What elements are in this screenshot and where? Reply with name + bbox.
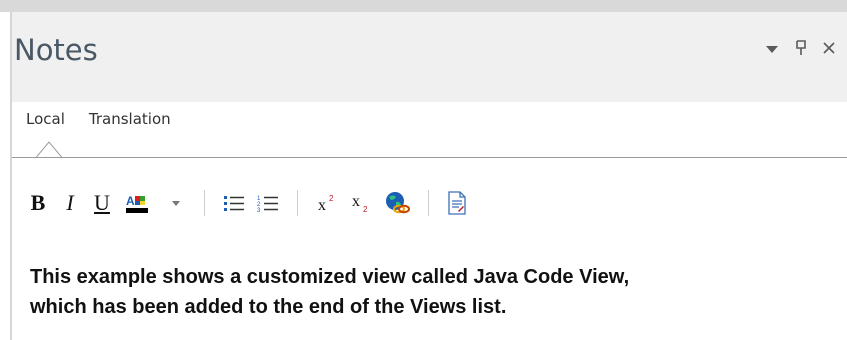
close-icon[interactable] (823, 42, 835, 57)
window-top-strip (0, 0, 847, 12)
svg-text:2: 2 (329, 194, 334, 203)
dropdown-icon-svg (766, 45, 778, 53)
chevron-down-icon (172, 201, 180, 206)
panel-title-bar (12, 12, 847, 102)
notes-content[interactable]: This example shows a customized view cal… (30, 262, 820, 322)
notes-line-1: This example shows a customized view cal… (30, 266, 630, 288)
font-color-icon: A (126, 194, 148, 213)
toolbar-separator (428, 190, 429, 216)
pin-icon[interactable] (795, 40, 807, 59)
underline-button[interactable]: U (92, 190, 112, 215)
bullet-list-button[interactable] (223, 191, 245, 215)
subscript-icon: x 2 (352, 193, 368, 214)
tab-divider (12, 157, 847, 158)
font-color-dropdown-icon[interactable] (166, 191, 186, 215)
notes-tabs: Local Translation (26, 110, 171, 128)
document-properties-button[interactable] (447, 191, 467, 215)
pin-icon-svg (796, 40, 806, 55)
tab-local[interactable]: Local (26, 110, 65, 128)
close-icon-svg (823, 42, 835, 54)
document-icon (448, 191, 466, 215)
svg-text:x: x (352, 193, 360, 210)
notes-line-2: which has been added to the end of the V… (30, 296, 507, 318)
svg-text:x: x (318, 197, 326, 214)
svg-text:2: 2 (363, 205, 368, 214)
svg-text:A: A (126, 194, 135, 208)
subscript-button[interactable]: x 2 (350, 191, 372, 215)
numbered-list-icon: 1 2 3 (257, 196, 278, 213)
formatting-toolbar: B I U A 1 2 3 x 2 x 2 (28, 185, 467, 221)
toolbar-separator (204, 190, 205, 216)
superscript-button[interactable]: x 2 (316, 191, 338, 215)
bullet-list-icon (224, 196, 244, 211)
bold-button[interactable]: B (28, 190, 48, 215)
toolbar-separator (297, 190, 298, 216)
panel-title: Notes (14, 33, 98, 67)
numbered-list-button[interactable]: 1 2 3 (257, 191, 279, 215)
italic-button[interactable]: I (60, 190, 80, 215)
tab-translation[interactable]: Translation (89, 110, 171, 128)
dropdown-icon[interactable] (765, 43, 779, 57)
active-tab-indicator (36, 141, 62, 158)
svg-text:3: 3 (257, 208, 261, 213)
title-controls (765, 40, 835, 59)
font-color-button[interactable]: A (124, 191, 154, 215)
insert-hyperlink-button[interactable] (384, 191, 410, 215)
globe-link-icon (386, 192, 410, 214)
superscript-icon: x 2 (318, 194, 334, 214)
